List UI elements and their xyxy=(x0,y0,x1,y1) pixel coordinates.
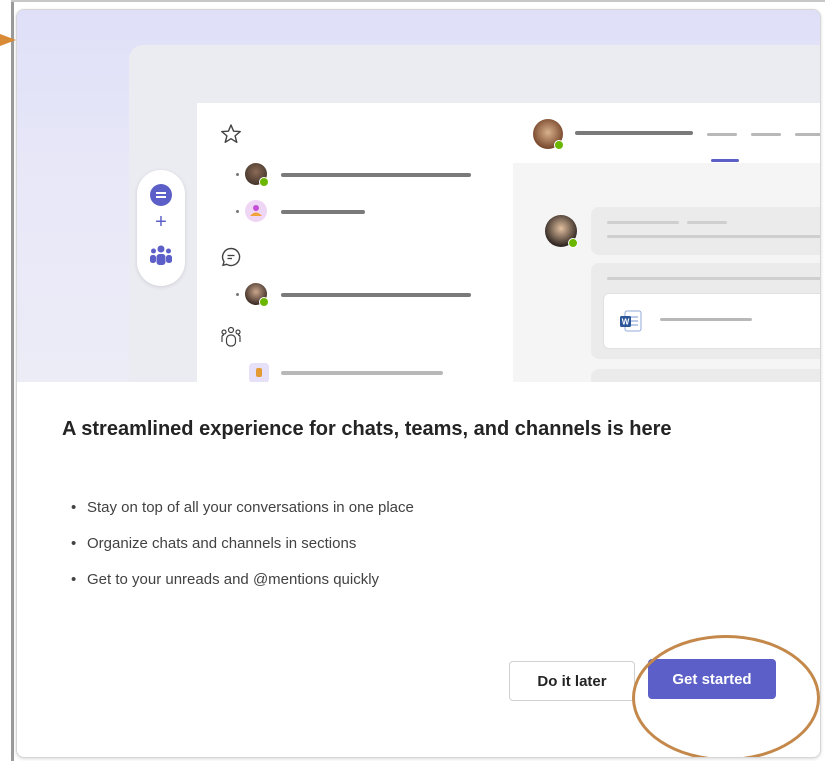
plus-icon: + xyxy=(155,211,167,233)
feature-list: Stay on top of all your conversations in… xyxy=(71,498,414,606)
placeholder-tab xyxy=(751,133,781,136)
placeholder-tab xyxy=(795,133,820,136)
placeholder-line xyxy=(281,210,365,214)
dialog-title: A streamlined experience for chats, team… xyxy=(62,418,672,440)
list-bullet xyxy=(236,293,239,296)
window-edge-left xyxy=(11,0,14,761)
feature-item: Organize chats and channels in sections xyxy=(71,534,414,570)
avatar xyxy=(245,163,269,187)
placeholder-line xyxy=(281,371,443,375)
do-it-later-button[interactable]: Do it later xyxy=(509,661,635,701)
get-started-button[interactable]: Get started xyxy=(648,659,776,699)
presence-icon xyxy=(259,297,269,307)
avatar xyxy=(533,119,564,150)
presence-icon xyxy=(554,140,564,150)
avatar xyxy=(545,215,578,248)
hero-illustration: + W xyxy=(17,10,820,382)
presence-icon xyxy=(568,238,578,248)
teams-icon xyxy=(221,326,241,347)
chat-icon xyxy=(150,184,172,206)
feature-item: Get to your unreads and @mentions quickl… xyxy=(71,570,414,606)
placeholder-line xyxy=(575,131,693,135)
avatar xyxy=(245,283,269,307)
placeholder-line xyxy=(281,173,471,177)
message-bubble: W xyxy=(591,263,820,359)
list-bullet xyxy=(236,173,239,176)
svg-text:W: W xyxy=(622,318,630,327)
star-icon xyxy=(221,124,241,143)
word-doc-icon: W xyxy=(620,310,642,332)
window-edge-top xyxy=(11,0,825,2)
selected-tab-indicator xyxy=(711,159,739,162)
onboarding-dialog: + W A streamlined experience for chats, … xyxy=(16,9,821,758)
list-bullet xyxy=(236,210,239,213)
presence-icon xyxy=(259,177,269,187)
chat-icon xyxy=(221,247,241,267)
message-bubble xyxy=(591,207,820,255)
illustration-list-pane xyxy=(197,103,513,382)
feature-item: Stay on top of all your conversations in… xyxy=(71,498,414,534)
teams-icon xyxy=(150,245,172,265)
group-icon xyxy=(250,205,262,216)
illustration-app-rail: + xyxy=(137,170,185,286)
message-bubble xyxy=(591,369,820,382)
placeholder-tab xyxy=(707,133,737,136)
group-avatar xyxy=(245,200,267,222)
team-icon xyxy=(249,363,269,382)
conversation-header xyxy=(513,103,820,163)
illustration-conversation-pane: W xyxy=(513,103,820,382)
file-card: W xyxy=(603,293,820,349)
placeholder-line xyxy=(281,293,471,297)
